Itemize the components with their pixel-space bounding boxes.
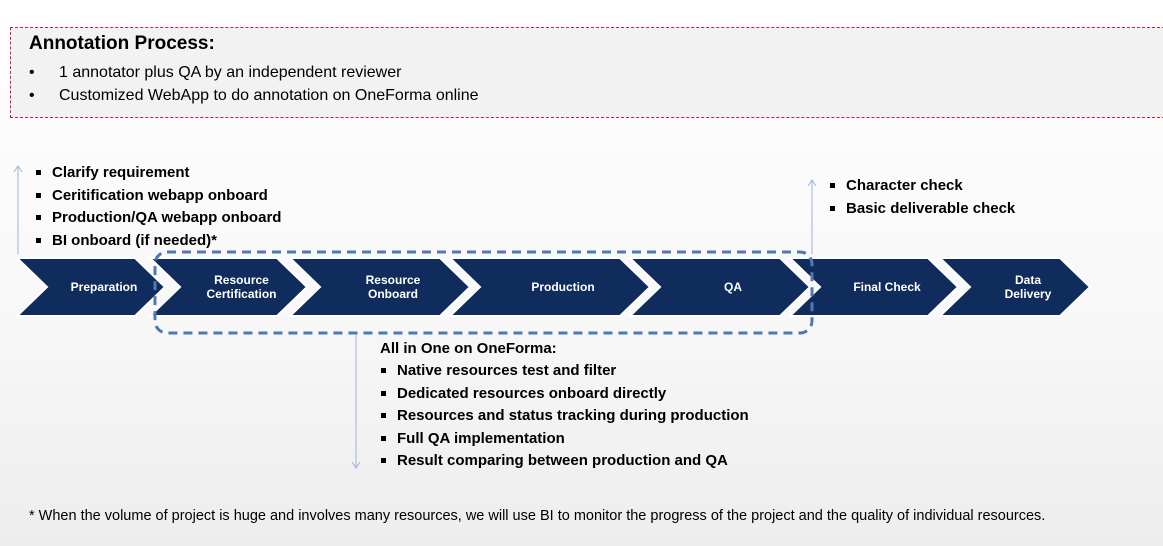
preparation-note: Ceritification webapp onboard (35, 185, 281, 208)
preparation-note: BI onboard (if needed)* (35, 230, 281, 253)
final-check-up-arrow (807, 179, 817, 254)
oneforma-note: Result comparing between production and … (380, 450, 749, 473)
oneforma-title: All in One on OneForma: (380, 340, 557, 357)
oneforma-note: Full QA implementation (380, 428, 749, 451)
preparation-note: Production/QA webapp onboard (35, 207, 281, 230)
preparation-notes: Clarify requirement Ceritification webap… (35, 162, 281, 252)
oneforma-down-arrow (351, 332, 361, 469)
stage-label: Resource (366, 273, 421, 287)
stage-label: Certification (206, 287, 276, 301)
footnote: * When the volume of project is huge and… (29, 508, 1046, 524)
stage-label: QA (724, 280, 742, 294)
oneforma-note: Dedicated resources onboard directly (380, 383, 749, 406)
stage-label: Final Check (853, 280, 921, 294)
preparation-up-arrow (13, 165, 23, 254)
final-check-note: Character check (829, 175, 1015, 198)
final-check-note: Basic deliverable check (829, 198, 1015, 221)
chevron-stages: Preparation ResourceCertificationResource… (14, 257, 1092, 317)
oneforma-notes: Native resources test and filter Dedicat… (380, 360, 749, 473)
oneforma-note: Resources and status tracking during pro… (380, 405, 749, 428)
oneforma-note: Native resources test and filter (380, 360, 749, 383)
stage-label: Data (1015, 273, 1041, 287)
stage-label: Onboard (368, 287, 418, 301)
stage-label: Delivery (1005, 287, 1052, 301)
final-check-notes: Character check Basic deliverable check (829, 175, 1015, 220)
stage-label: Resource (214, 273, 269, 287)
stage-label: Production (531, 280, 594, 294)
preparation-note: Clarify requirement (35, 162, 281, 185)
stage-chevron (627, 257, 812, 317)
stage-label: Preparation (71, 280, 138, 294)
